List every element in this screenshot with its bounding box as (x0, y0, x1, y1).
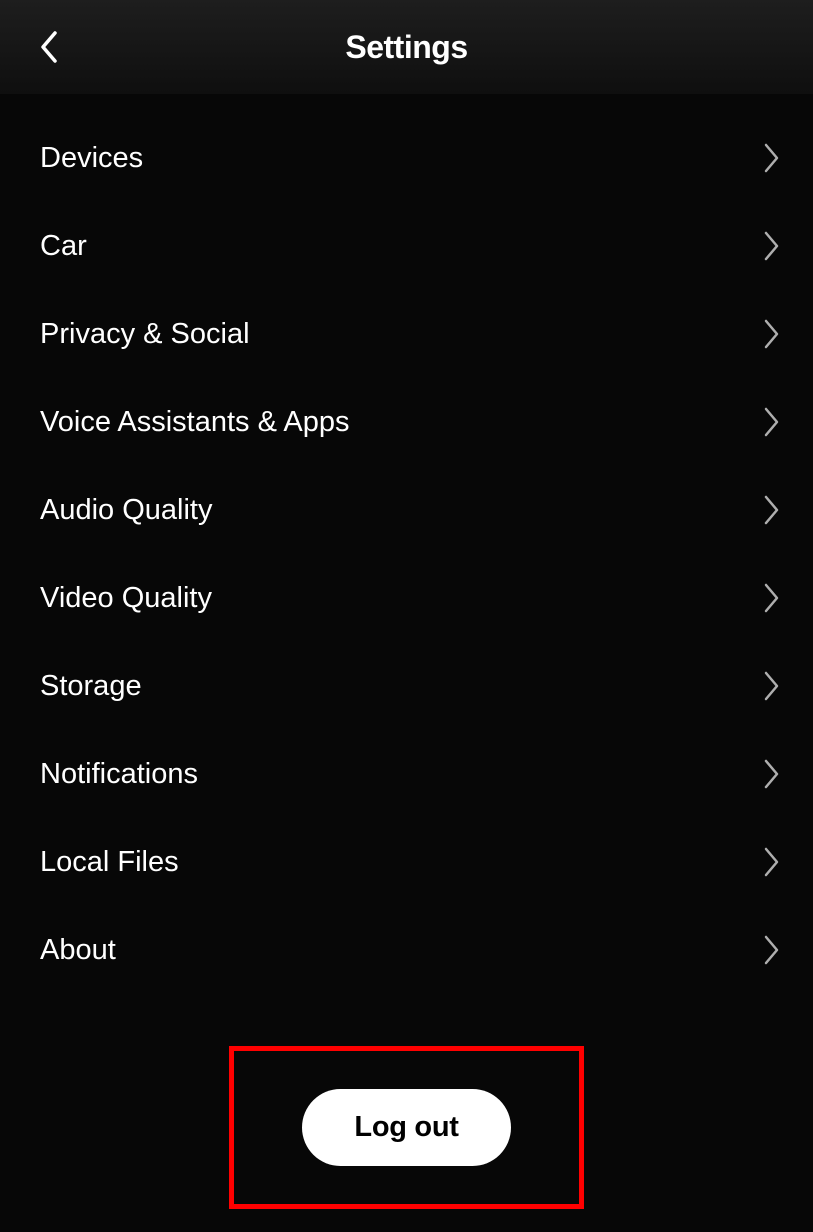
chevron-right-icon (761, 229, 783, 263)
settings-list: Devices Car Privacy & Social Voice Assis… (0, 94, 813, 994)
settings-item-label: About (40, 934, 116, 967)
chevron-right-icon (761, 141, 783, 175)
settings-item-label: Storage (40, 670, 142, 703)
settings-item-label: Notifications (40, 758, 198, 791)
page-title: Settings (0, 29, 813, 66)
chevron-right-icon (761, 933, 783, 967)
chevron-left-icon (37, 29, 59, 65)
settings-item-label: Voice Assistants & Apps (40, 406, 350, 439)
settings-item-label: Privacy & Social (40, 318, 250, 351)
settings-item-audio-quality[interactable]: Audio Quality (0, 466, 813, 554)
settings-item-about[interactable]: About (0, 906, 813, 994)
chevron-right-icon (761, 669, 783, 703)
chevron-right-icon (761, 845, 783, 879)
logout-button[interactable]: Log out (302, 1089, 510, 1166)
settings-item-car[interactable]: Car (0, 202, 813, 290)
settings-item-label: Video Quality (40, 582, 212, 615)
settings-item-label: Local Files (40, 846, 179, 879)
back-button[interactable] (28, 27, 68, 67)
chevron-right-icon (761, 757, 783, 791)
settings-item-notifications[interactable]: Notifications (0, 730, 813, 818)
chevron-right-icon (761, 405, 783, 439)
settings-item-label: Devices (40, 142, 143, 175)
chevron-right-icon (761, 581, 783, 615)
settings-item-label: Audio Quality (40, 494, 213, 527)
chevron-right-icon (761, 493, 783, 527)
settings-item-voice-assistants[interactable]: Voice Assistants & Apps (0, 378, 813, 466)
settings-item-label: Car (40, 230, 87, 263)
settings-item-video-quality[interactable]: Video Quality (0, 554, 813, 642)
chevron-right-icon (761, 317, 783, 351)
settings-item-devices[interactable]: Devices (0, 114, 813, 202)
highlight-annotation: Log out (229, 1046, 583, 1209)
header-bar: Settings (0, 0, 813, 94)
logout-container: Log out (0, 1046, 813, 1209)
settings-item-storage[interactable]: Storage (0, 642, 813, 730)
settings-item-local-files[interactable]: Local Files (0, 818, 813, 906)
settings-item-privacy-social[interactable]: Privacy & Social (0, 290, 813, 378)
